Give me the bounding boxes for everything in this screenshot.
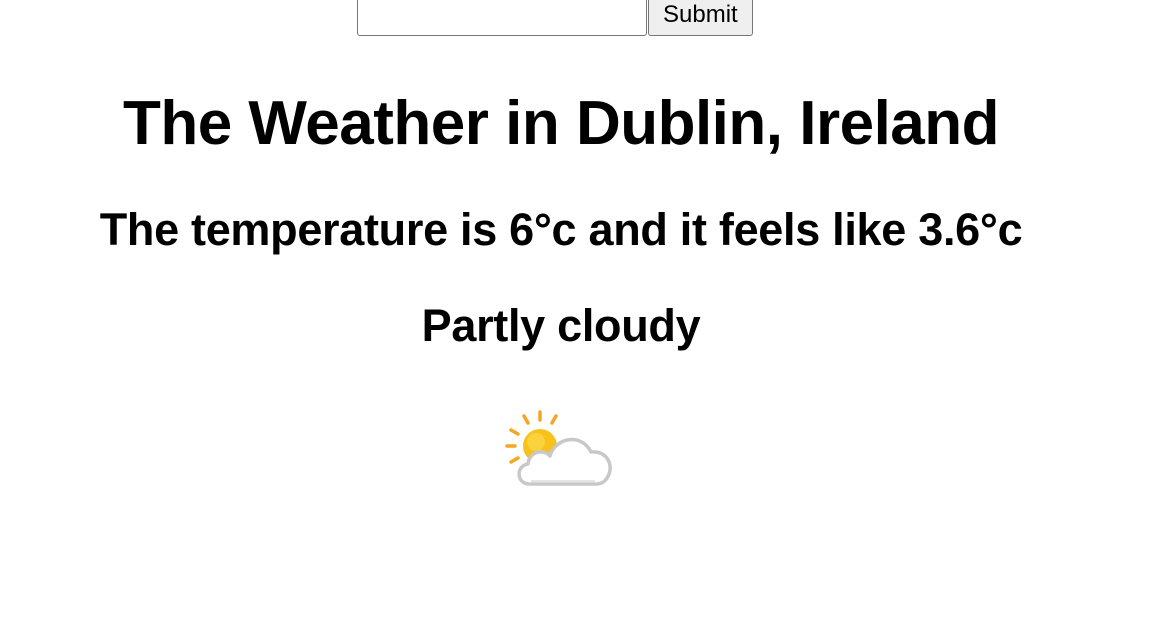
submit-button[interactable]: Submit <box>648 0 753 36</box>
partly-cloudy-icon <box>503 408 615 490</box>
condition-text: Partly cloudy <box>421 300 701 351</box>
city-search-input[interactable] <box>357 0 647 36</box>
temperature-text: The temperature is 6°c and it feels like… <box>99 204 1023 255</box>
page-title: The Weather in Dublin, Ireland <box>122 89 1000 158</box>
search-form: Submit <box>357 0 753 36</box>
weather-page: Submit The Weather in Dublin, Ireland Th… <box>0 0 1154 636</box>
